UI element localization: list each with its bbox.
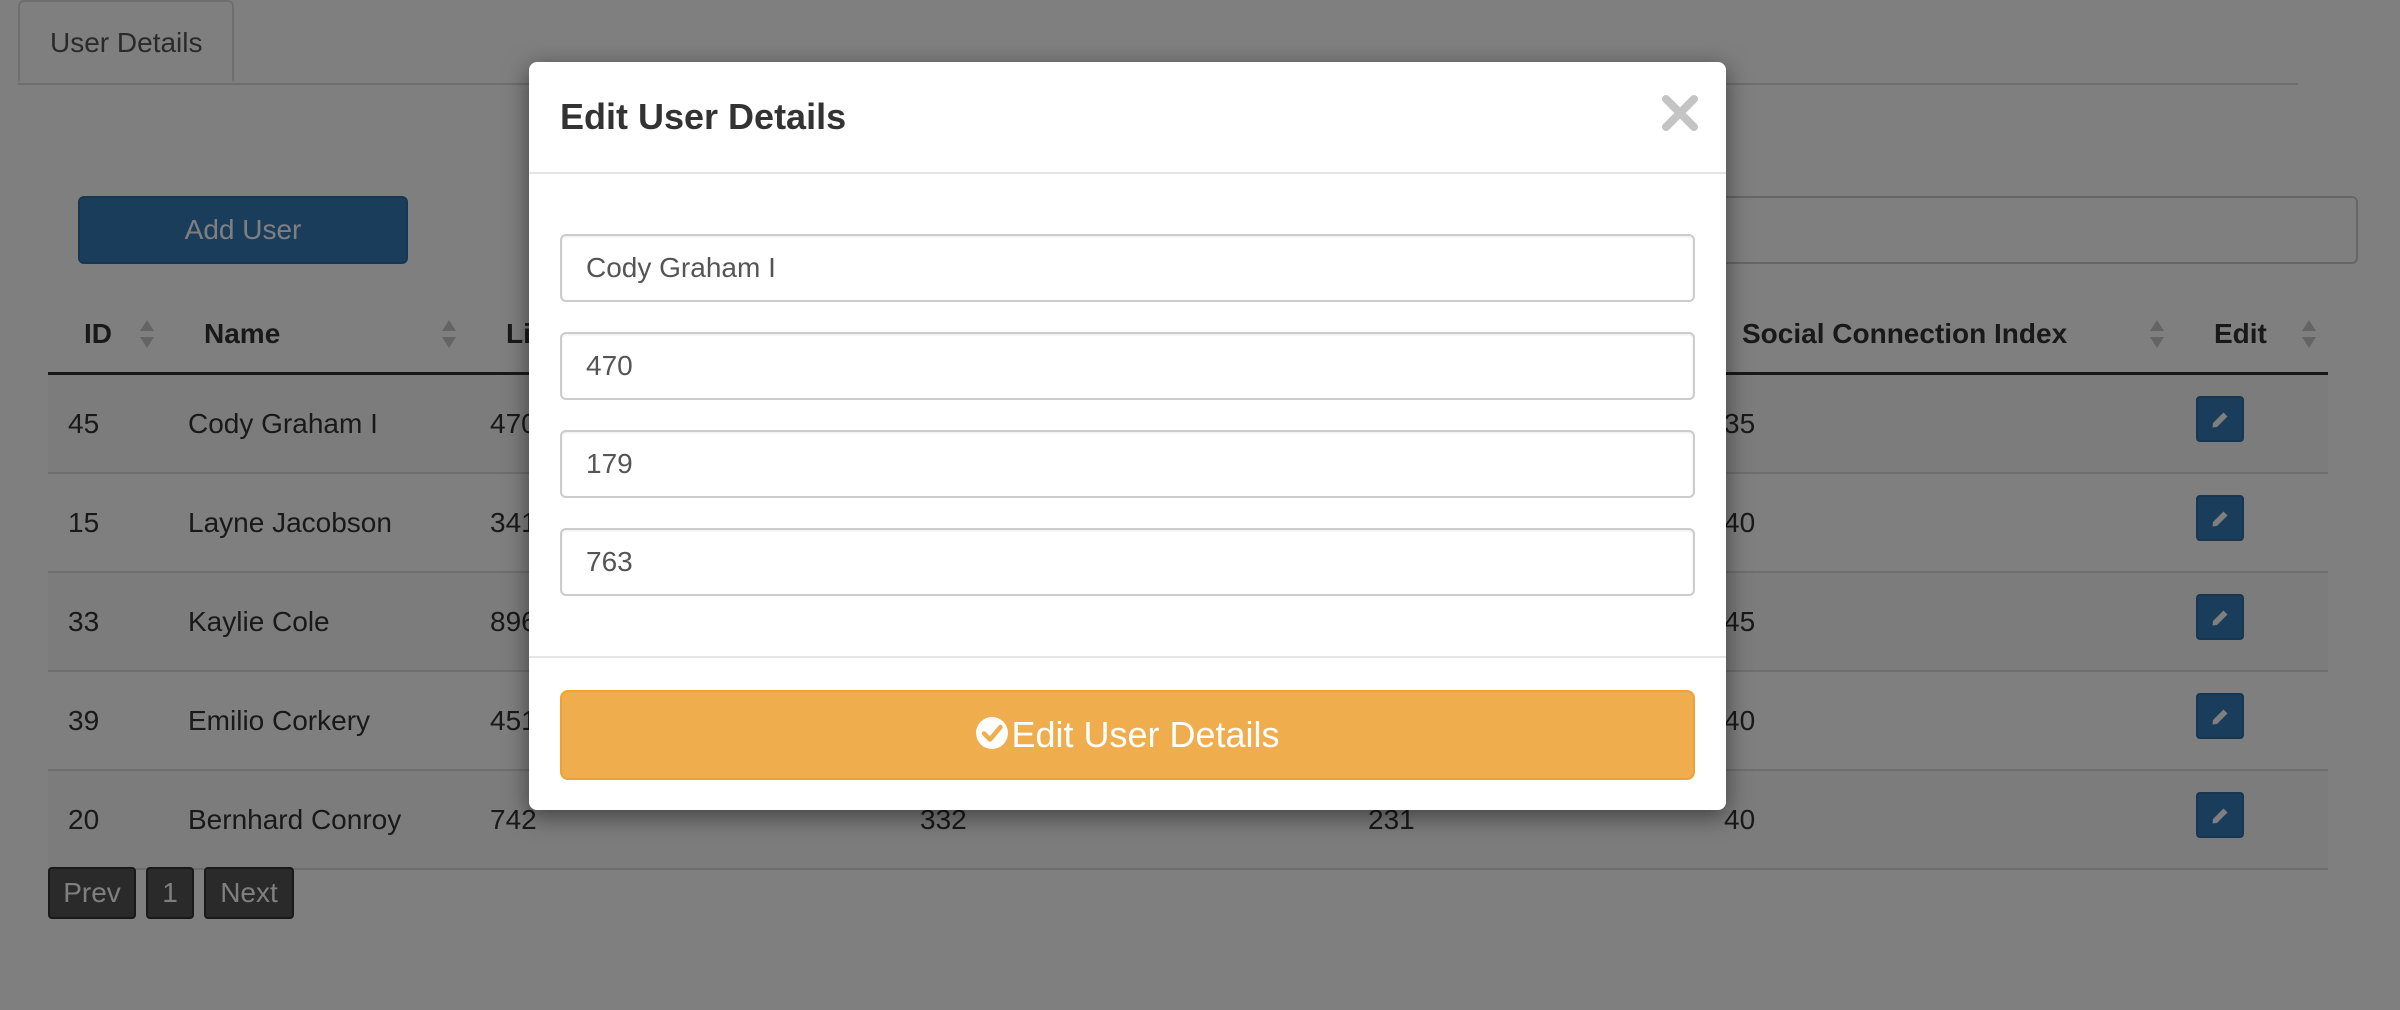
value-field-1[interactable]: [560, 332, 1695, 400]
value-field-2[interactable]: [560, 430, 1695, 498]
edit-user-details-button[interactable]: Edit User Details: [560, 690, 1695, 780]
close-icon[interactable]: [1657, 90, 1703, 136]
submit-label: Edit User Details: [1011, 714, 1280, 755]
modal-title: Edit User Details: [560, 96, 847, 137]
edit-user-modal: Edit User Details Edit User Details: [529, 62, 1726, 810]
page: User Details Add User ID Name Li Social …: [0, 0, 2400, 1010]
value-field-3[interactable]: [560, 528, 1695, 596]
modal-footer: Edit User Details: [529, 656, 1726, 810]
check-circle-icon: [976, 717, 1009, 749]
modal-header: Edit User Details: [529, 62, 1726, 174]
name-field[interactable]: [560, 234, 1695, 302]
